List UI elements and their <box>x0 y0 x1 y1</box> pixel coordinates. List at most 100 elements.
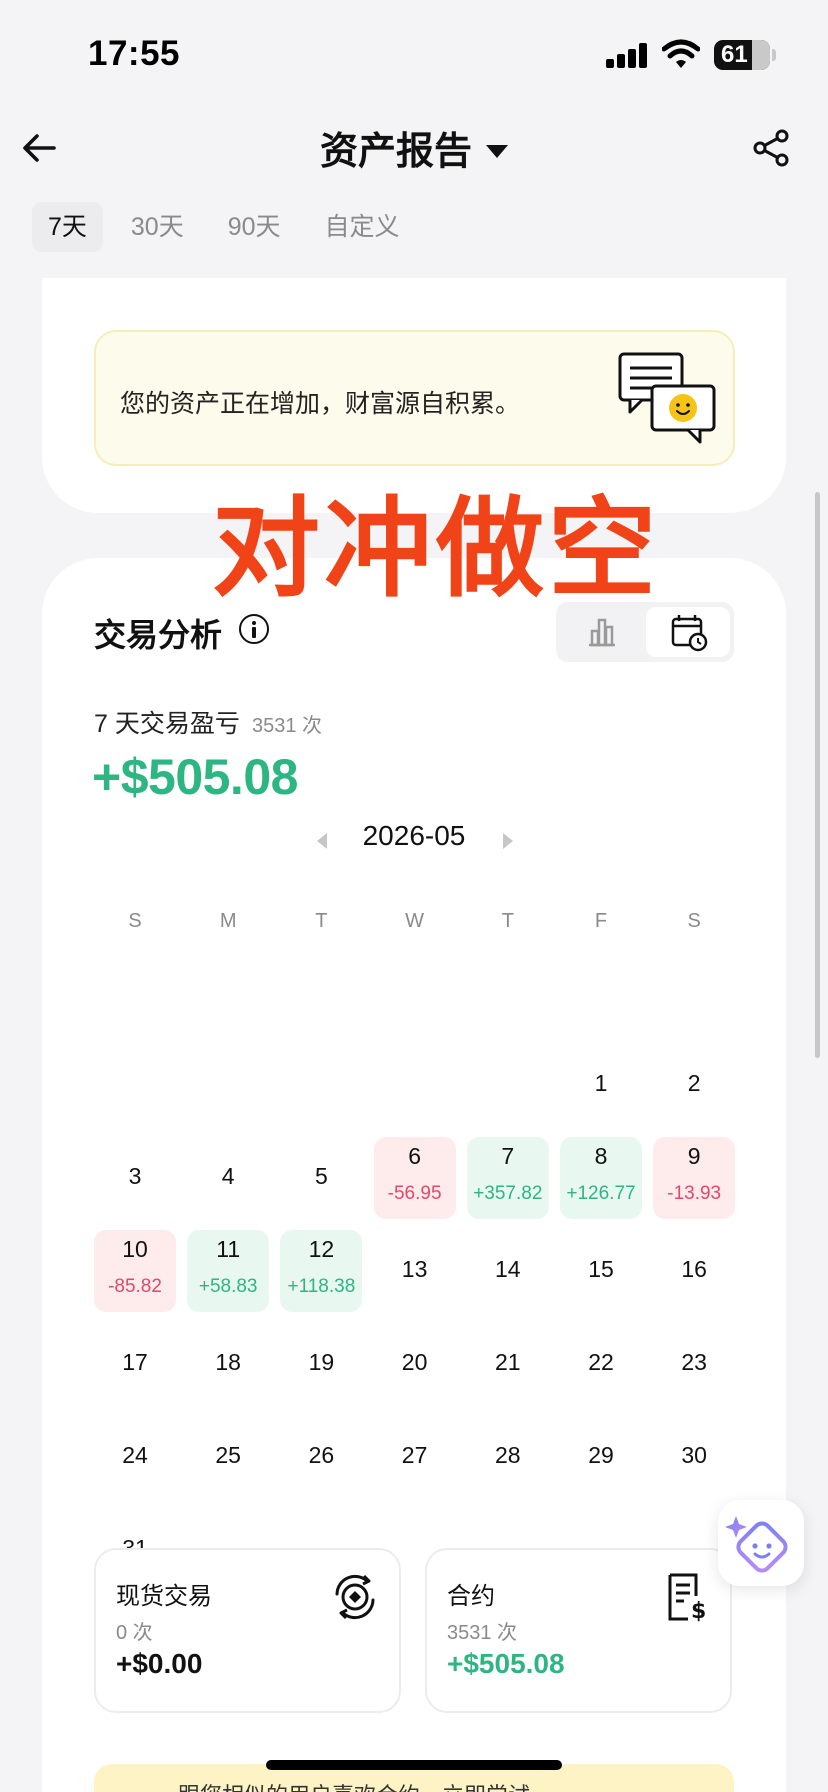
prev-month-arrow-icon[interactable] <box>317 833 327 849</box>
calendar-day-15[interactable]: 15 <box>560 1230 642 1312</box>
promo-banner-text: 跟您相似的用户喜欢合约，立即尝试 <box>178 1778 530 1792</box>
calendar-day-25[interactable]: 25 <box>187 1416 269 1498</box>
calendar-day-19[interactable]: 19 <box>280 1323 362 1405</box>
calendar-day-number: 26 <box>308 1442 335 1468</box>
calendar-day-9[interactable]: 9 -13.93 <box>653 1137 736 1219</box>
calendar-day-number: 21 <box>495 1349 521 1375</box>
battery-icon: 61 <box>714 40 770 70</box>
tab-30d[interactable]: 30天 <box>115 202 200 252</box>
calendar-day-number: 15 <box>588 1256 614 1282</box>
calendar-day-12[interactable]: 12 +118.38 <box>280 1230 363 1312</box>
month-label: 2026-05 <box>362 820 466 851</box>
calendar-day-6[interactable]: 6 -56.95 <box>373 1137 456 1219</box>
calendar-day-4[interactable]: 4 <box>187 1137 269 1219</box>
wifi-icon <box>662 39 700 68</box>
period-tabs: 7天 30天 90天 自定义 <box>32 202 428 252</box>
calendar-day-22[interactable]: 22 <box>560 1323 642 1405</box>
battery-level: 61 <box>721 41 748 68</box>
home-indicator <box>266 1760 562 1770</box>
calendar-day-number: 10 <box>122 1236 148 1262</box>
calendar-day-number: 4 <box>221 1163 235 1189</box>
svg-text:$: $ <box>691 1599 706 1622</box>
ai-assistant-button[interactable] <box>718 1500 804 1586</box>
pnl-total-value: +$505.08 <box>92 749 298 805</box>
calendar-day-28[interactable]: 28 <box>467 1416 549 1498</box>
calendar-day-number: 20 <box>401 1349 428 1375</box>
calendar-day-26[interactable]: 26 <box>280 1416 362 1498</box>
calendar-day-number: 5 <box>314 1163 328 1189</box>
calendar-day-number: 2 <box>687 1070 701 1096</box>
month-navigator: 2026-05 <box>42 820 786 864</box>
spot-trading-count: 0 次 <box>116 1622 153 1644</box>
share-icon[interactable] <box>750 126 794 170</box>
calendar-day-29[interactable]: 29 <box>560 1416 642 1498</box>
calendar-day-16[interactable]: 16 <box>653 1230 735 1312</box>
calendar-day-number: 14 <box>495 1256 521 1282</box>
calendar-day-24[interactable]: 24 <box>94 1416 176 1498</box>
weekday-label: S <box>687 910 701 932</box>
calendar-day-number: 24 <box>122 1442 148 1468</box>
calendar-day-number: 28 <box>495 1442 521 1468</box>
calendar-day-30[interactable]: 30 <box>653 1416 735 1498</box>
calendar-day-3[interactable]: 3 <box>94 1137 176 1219</box>
calendar-day-number: 16 <box>681 1256 707 1282</box>
calendar-day-8[interactable]: 8 +126.77 <box>560 1137 642 1219</box>
status-bar: 17:55 61 <box>0 0 828 110</box>
calendar-day-pnl: +118.38 <box>287 1276 356 1297</box>
info-icon[interactable] <box>239 614 269 644</box>
calendar-day-27[interactable]: 27 <box>374 1416 456 1498</box>
spot-exchange-icon <box>335 1574 375 1620</box>
calendar-day-number: 29 <box>588 1442 614 1468</box>
weekday-label: T <box>501 910 514 932</box>
tab-custom[interactable]: 自定义 <box>309 202 416 252</box>
weekday-header: SMTWTFS <box>94 910 735 940</box>
calendar-day-21[interactable]: 21 <box>467 1323 549 1405</box>
trade-analysis-card: 交易分析 7 天交易盈亏 3531 次 +$505.08 2026-05 S M <box>42 558 786 1792</box>
scrollbar[interactable] <box>815 492 820 1058</box>
calendar-day-number: 13 <box>401 1256 428 1282</box>
calendar-day-number: 3 <box>128 1163 142 1189</box>
futures-title: 合约 <box>447 1583 495 1610</box>
calendar-day-1[interactable]: 1 <box>560 1044 642 1126</box>
asset-message-banner: 您的资产正在增加，财富源自积累。 <box>94 330 735 466</box>
futures-value: +$505.08 <box>447 1648 565 1679</box>
battery-cap <box>772 49 776 61</box>
trade-count: 3531 次 <box>252 715 323 737</box>
calendar-day-2[interactable]: 2 <box>653 1044 735 1126</box>
calendar-day-14[interactable]: 14 <box>467 1230 549 1312</box>
weekday-label: F <box>594 910 608 932</box>
weekday-label: W <box>405 910 425 932</box>
page-title-text: 资产报告 <box>319 131 472 173</box>
trade-analysis-title: 交易分析 <box>94 617 223 653</box>
next-month-arrow-icon[interactable] <box>503 833 513 849</box>
calendar-day-17[interactable]: 17 <box>94 1323 176 1405</box>
contract-document-icon: $ <box>668 1573 706 1622</box>
calendar-day-number: 18 <box>215 1349 241 1375</box>
spot-trading-card[interactable]: 现货交易 0 次 +$0.00 <box>94 1548 401 1713</box>
cellular-signal-icon <box>606 42 648 68</box>
calendar-day-18[interactable]: 18 <box>187 1323 269 1405</box>
calendar-day-pnl: -85.82 <box>108 1276 162 1297</box>
weekday-label: S <box>128 910 142 932</box>
futures-card[interactable]: 合约 3531 次 +$505.08 $ <box>425 1548 732 1713</box>
tab-7d[interactable]: 7天 <box>32 202 103 252</box>
spot-trading-value: +$0.00 <box>116 1648 203 1679</box>
calendar-day-11[interactable]: 11 +58.83 <box>187 1230 270 1312</box>
watermark-text: 对冲做空 <box>212 487 661 612</box>
chat-bubbles-icon <box>618 352 716 444</box>
calendar-day-7[interactable]: 7 +357.82 <box>466 1137 549 1219</box>
spot-trading-title: 现货交易 <box>116 1583 212 1610</box>
page-title[interactable]: 资产报告 <box>0 120 828 175</box>
calendar-day-number: 17 <box>122 1349 148 1375</box>
calendar-day-10[interactable]: 10 -85.82 <box>94 1230 176 1312</box>
calendar-day-13[interactable]: 13 <box>374 1230 456 1312</box>
calendar-day-pnl: +58.83 <box>198 1276 258 1297</box>
status-time: 17:55 <box>88 34 181 73</box>
futures-count: 3531 次 <box>447 1622 518 1644</box>
tab-90d[interactable]: 90天 <box>212 202 297 252</box>
calendar-day-5[interactable]: 5 <box>280 1137 362 1219</box>
calendar-day-number: 9 <box>687 1143 701 1169</box>
calendar-day-number: 11 <box>216 1236 241 1262</box>
calendar-day-20[interactable]: 20 <box>374 1323 456 1405</box>
calendar-day-23[interactable]: 23 <box>653 1323 735 1405</box>
